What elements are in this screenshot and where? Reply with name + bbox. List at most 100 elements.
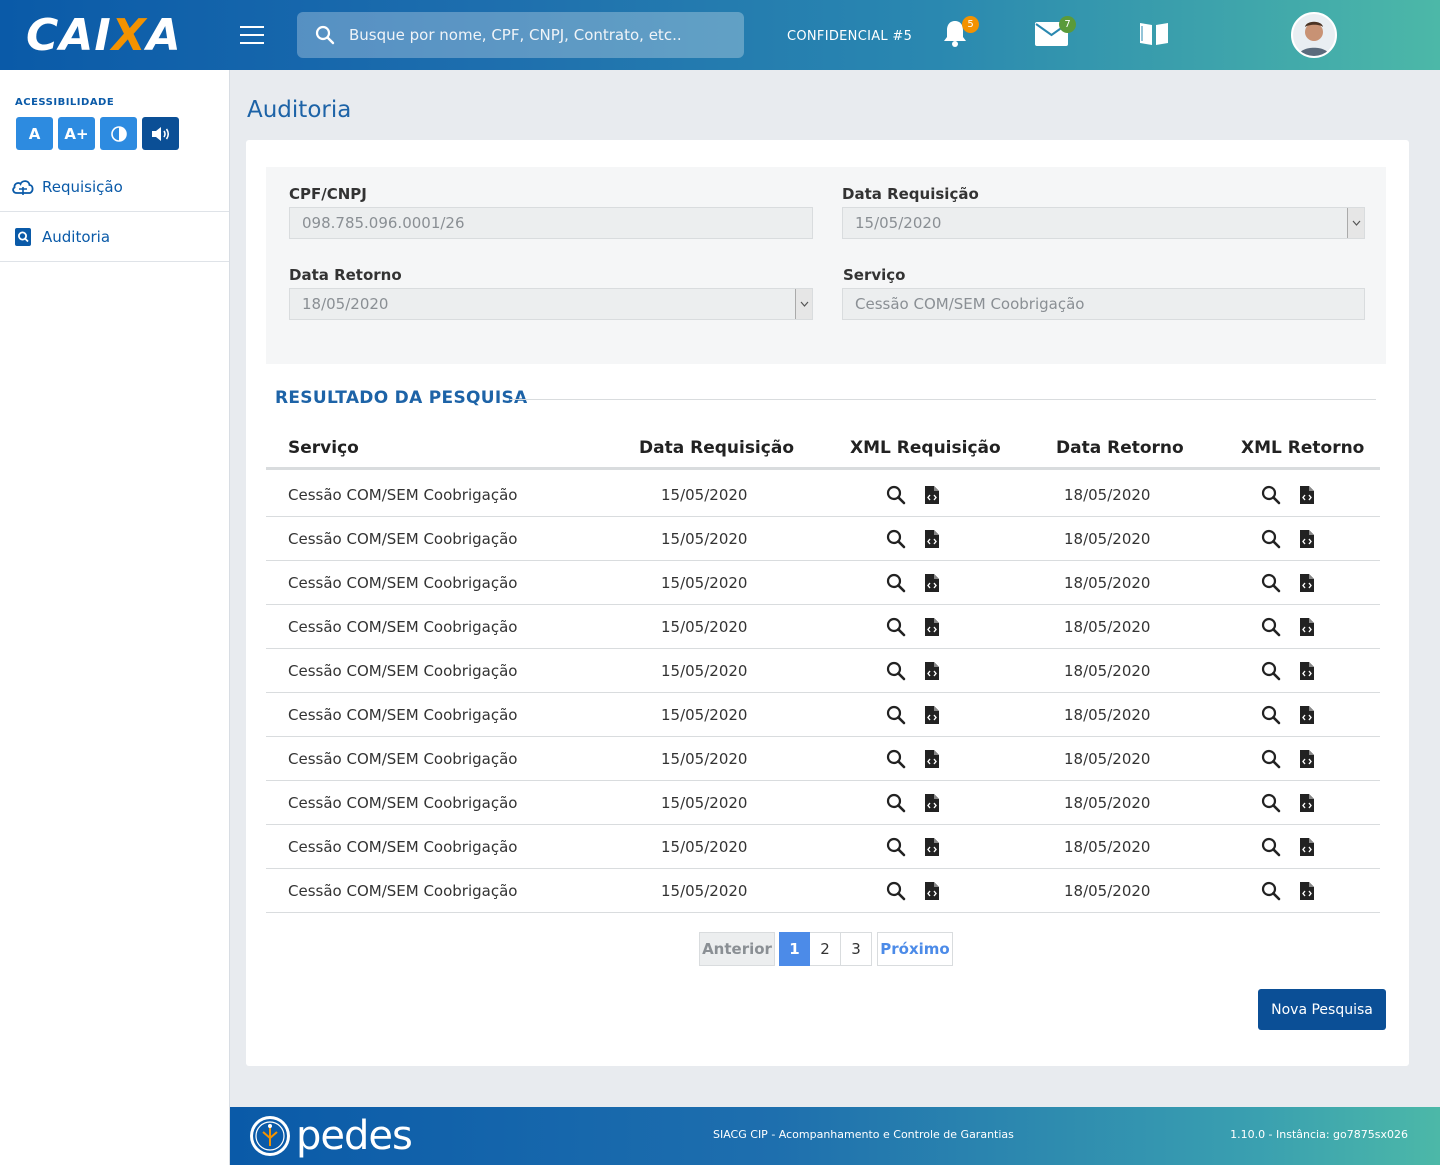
cell-servico: Cessão COM/SEM Coobrigação xyxy=(288,574,518,592)
page-1-button[interactable]: 1 xyxy=(779,932,810,966)
download-xml-requisicao-file-icon[interactable] xyxy=(924,573,940,597)
messages-button[interactable]: 7 xyxy=(1035,16,1076,50)
view-xml-retorno-search-icon[interactable] xyxy=(1261,705,1281,729)
sidebar-item-requisicao[interactable]: Requisição xyxy=(0,162,229,212)
nova-pesquisa-button[interactable]: Nova Pesquisa xyxy=(1258,989,1386,1030)
prev-page-button[interactable]: Anterior xyxy=(699,932,775,966)
cell-data-retorno: 18/05/2020 xyxy=(1064,706,1151,724)
download-xml-requisicao-file-icon[interactable] xyxy=(924,529,940,553)
download-xml-requisicao-file-icon[interactable] xyxy=(924,661,940,685)
view-xml-requisicao-search-icon[interactable] xyxy=(886,529,906,553)
view-xml-retorno-search-icon[interactable] xyxy=(1261,881,1281,905)
cpf-field[interactable]: 098.785.096.0001/26 xyxy=(289,207,813,239)
download-xml-retorno-file-icon[interactable] xyxy=(1299,485,1315,509)
view-xml-retorno-search-icon[interactable] xyxy=(1261,793,1281,817)
sidebar-item-label: Auditoria xyxy=(42,227,111,246)
user-avatar[interactable] xyxy=(1291,12,1337,58)
font-increase-button[interactable]: A+ xyxy=(58,117,95,150)
cell-data-retorno: 18/05/2020 xyxy=(1064,618,1151,636)
audio-button[interactable] xyxy=(142,117,179,150)
data-requisicao-select[interactable]: 15/05/2020 xyxy=(842,207,1365,239)
chevron-down-icon[interactable] xyxy=(795,289,812,319)
view-xml-requisicao-search-icon[interactable] xyxy=(886,573,906,597)
sidebar: ACESSIBILIDADE A A+ Requisição Auditoria xyxy=(0,70,230,1165)
font-normal-button[interactable]: A xyxy=(16,117,53,150)
download-xml-requisicao-file-icon[interactable] xyxy=(924,793,940,817)
view-xml-requisicao-search-icon[interactable] xyxy=(886,617,906,641)
view-xml-retorno-search-icon[interactable] xyxy=(1261,529,1281,553)
view-xml-retorno-search-icon[interactable] xyxy=(1261,485,1281,509)
book-icon xyxy=(1140,23,1168,45)
sidebar-item-auditoria[interactable]: Auditoria xyxy=(0,212,229,262)
cell-data-requisicao: 15/05/2020 xyxy=(661,574,748,592)
table-row: Cessão COM/SEM Coobrigação 15/05/2020 18/0… xyxy=(266,561,1380,605)
view-xml-requisicao-search-icon[interactable] xyxy=(886,485,906,509)
cell-data-requisicao: 15/05/2020 xyxy=(661,662,748,680)
view-xml-requisicao-search-icon[interactable] xyxy=(886,793,906,817)
data-retorno-label: Data Retorno xyxy=(289,266,402,284)
cell-data-requisicao: 15/05/2020 xyxy=(661,794,748,812)
view-xml-retorno-search-icon[interactable] xyxy=(1261,573,1281,597)
filter-panel: CPF/CNPJ 098.785.096.0001/26 Data Requis… xyxy=(266,167,1386,364)
search-input[interactable] xyxy=(349,26,709,44)
download-xml-requisicao-file-icon[interactable] xyxy=(924,485,940,509)
manual-button[interactable] xyxy=(1138,21,1170,51)
menu-icon[interactable] xyxy=(240,26,264,44)
view-xml-requisicao-search-icon[interactable] xyxy=(886,837,906,861)
contrast-button[interactable] xyxy=(100,117,137,150)
download-xml-requisicao-file-icon[interactable] xyxy=(924,705,940,729)
contrast-icon xyxy=(110,125,127,142)
data-requisicao-label: Data Requisição xyxy=(842,185,979,203)
view-xml-retorno-search-icon[interactable] xyxy=(1261,837,1281,861)
page-2-button[interactable]: 2 xyxy=(810,932,841,966)
download-xml-retorno-file-icon[interactable] xyxy=(1299,705,1315,729)
cell-servico: Cessão COM/SEM Coobrigação xyxy=(288,838,518,856)
pedes-brand: pedes xyxy=(296,1113,413,1159)
caixa-logo[interactable]: CAIXA xyxy=(26,10,182,61)
table-row: Cessão COM/SEM Coobrigação 15/05/2020 18/0… xyxy=(266,869,1380,913)
col-xml-requisicao: XML Requisição xyxy=(850,438,1001,458)
page-3-button[interactable]: 3 xyxy=(841,932,872,966)
view-xml-requisicao-search-icon[interactable] xyxy=(886,661,906,685)
download-xml-retorno-file-icon[interactable] xyxy=(1299,573,1315,597)
col-data-requisicao: Data Requisição xyxy=(639,438,794,458)
download-xml-requisicao-file-icon[interactable] xyxy=(924,881,940,905)
user-photo-icon xyxy=(1293,14,1335,56)
download-xml-retorno-file-icon[interactable] xyxy=(1299,529,1315,553)
view-xml-requisicao-search-icon[interactable] xyxy=(886,705,906,729)
download-xml-requisicao-file-icon[interactable] xyxy=(924,617,940,641)
notifications-bell[interactable]: 5 xyxy=(941,16,979,52)
cell-data-requisicao: 15/05/2020 xyxy=(661,618,748,636)
footer-version: 1.10.0 - Instância: go7875sx026 xyxy=(1230,1128,1408,1141)
view-xml-retorno-search-icon[interactable] xyxy=(1261,617,1281,641)
cell-data-requisicao: 15/05/2020 xyxy=(661,530,748,548)
download-xml-requisicao-file-icon[interactable] xyxy=(924,837,940,861)
download-xml-retorno-file-icon[interactable] xyxy=(1299,617,1315,641)
download-xml-retorno-file-icon[interactable] xyxy=(1299,837,1315,861)
view-xml-retorno-search-icon[interactable] xyxy=(1261,749,1281,773)
download-xml-retorno-file-icon[interactable] xyxy=(1299,749,1315,773)
cell-data-requisicao: 15/05/2020 xyxy=(661,750,748,768)
footer-system-name: SIACG CIP - Acompanhamento e Controle de… xyxy=(713,1128,1014,1141)
chevron-down-icon[interactable] xyxy=(1347,208,1364,238)
download-xml-retorno-file-icon[interactable] xyxy=(1299,661,1315,685)
page-title: Auditoria xyxy=(247,97,352,123)
cell-data-requisicao: 15/05/2020 xyxy=(661,706,748,724)
download-xml-retorno-file-icon[interactable] xyxy=(1299,881,1315,905)
pagination: Anterior 1 2 3 Próximo xyxy=(699,932,953,966)
cell-data-retorno: 18/05/2020 xyxy=(1064,794,1151,812)
view-xml-requisicao-search-icon[interactable] xyxy=(886,749,906,773)
cell-data-retorno: 18/05/2020 xyxy=(1064,662,1151,680)
cell-data-requisicao: 15/05/2020 xyxy=(661,838,748,856)
data-retorno-select[interactable]: 18/05/2020 xyxy=(289,288,813,320)
view-xml-retorno-search-icon[interactable] xyxy=(1261,661,1281,685)
view-xml-requisicao-search-icon[interactable] xyxy=(886,881,906,905)
servico-field[interactable]: Cessão COM/SEM Coobrigação xyxy=(842,288,1365,320)
next-page-button[interactable]: Próximo xyxy=(877,932,953,966)
download-xml-retorno-file-icon[interactable] xyxy=(1299,793,1315,817)
cell-data-retorno: 18/05/2020 xyxy=(1064,486,1151,504)
table-row: Cessão COM/SEM Coobrigação 15/05/2020 18/0… xyxy=(266,781,1380,825)
cloud-icon xyxy=(10,177,36,197)
confidential-label: CONFIDENCIAL #5 xyxy=(787,29,913,44)
download-xml-requisicao-file-icon[interactable] xyxy=(924,749,940,773)
